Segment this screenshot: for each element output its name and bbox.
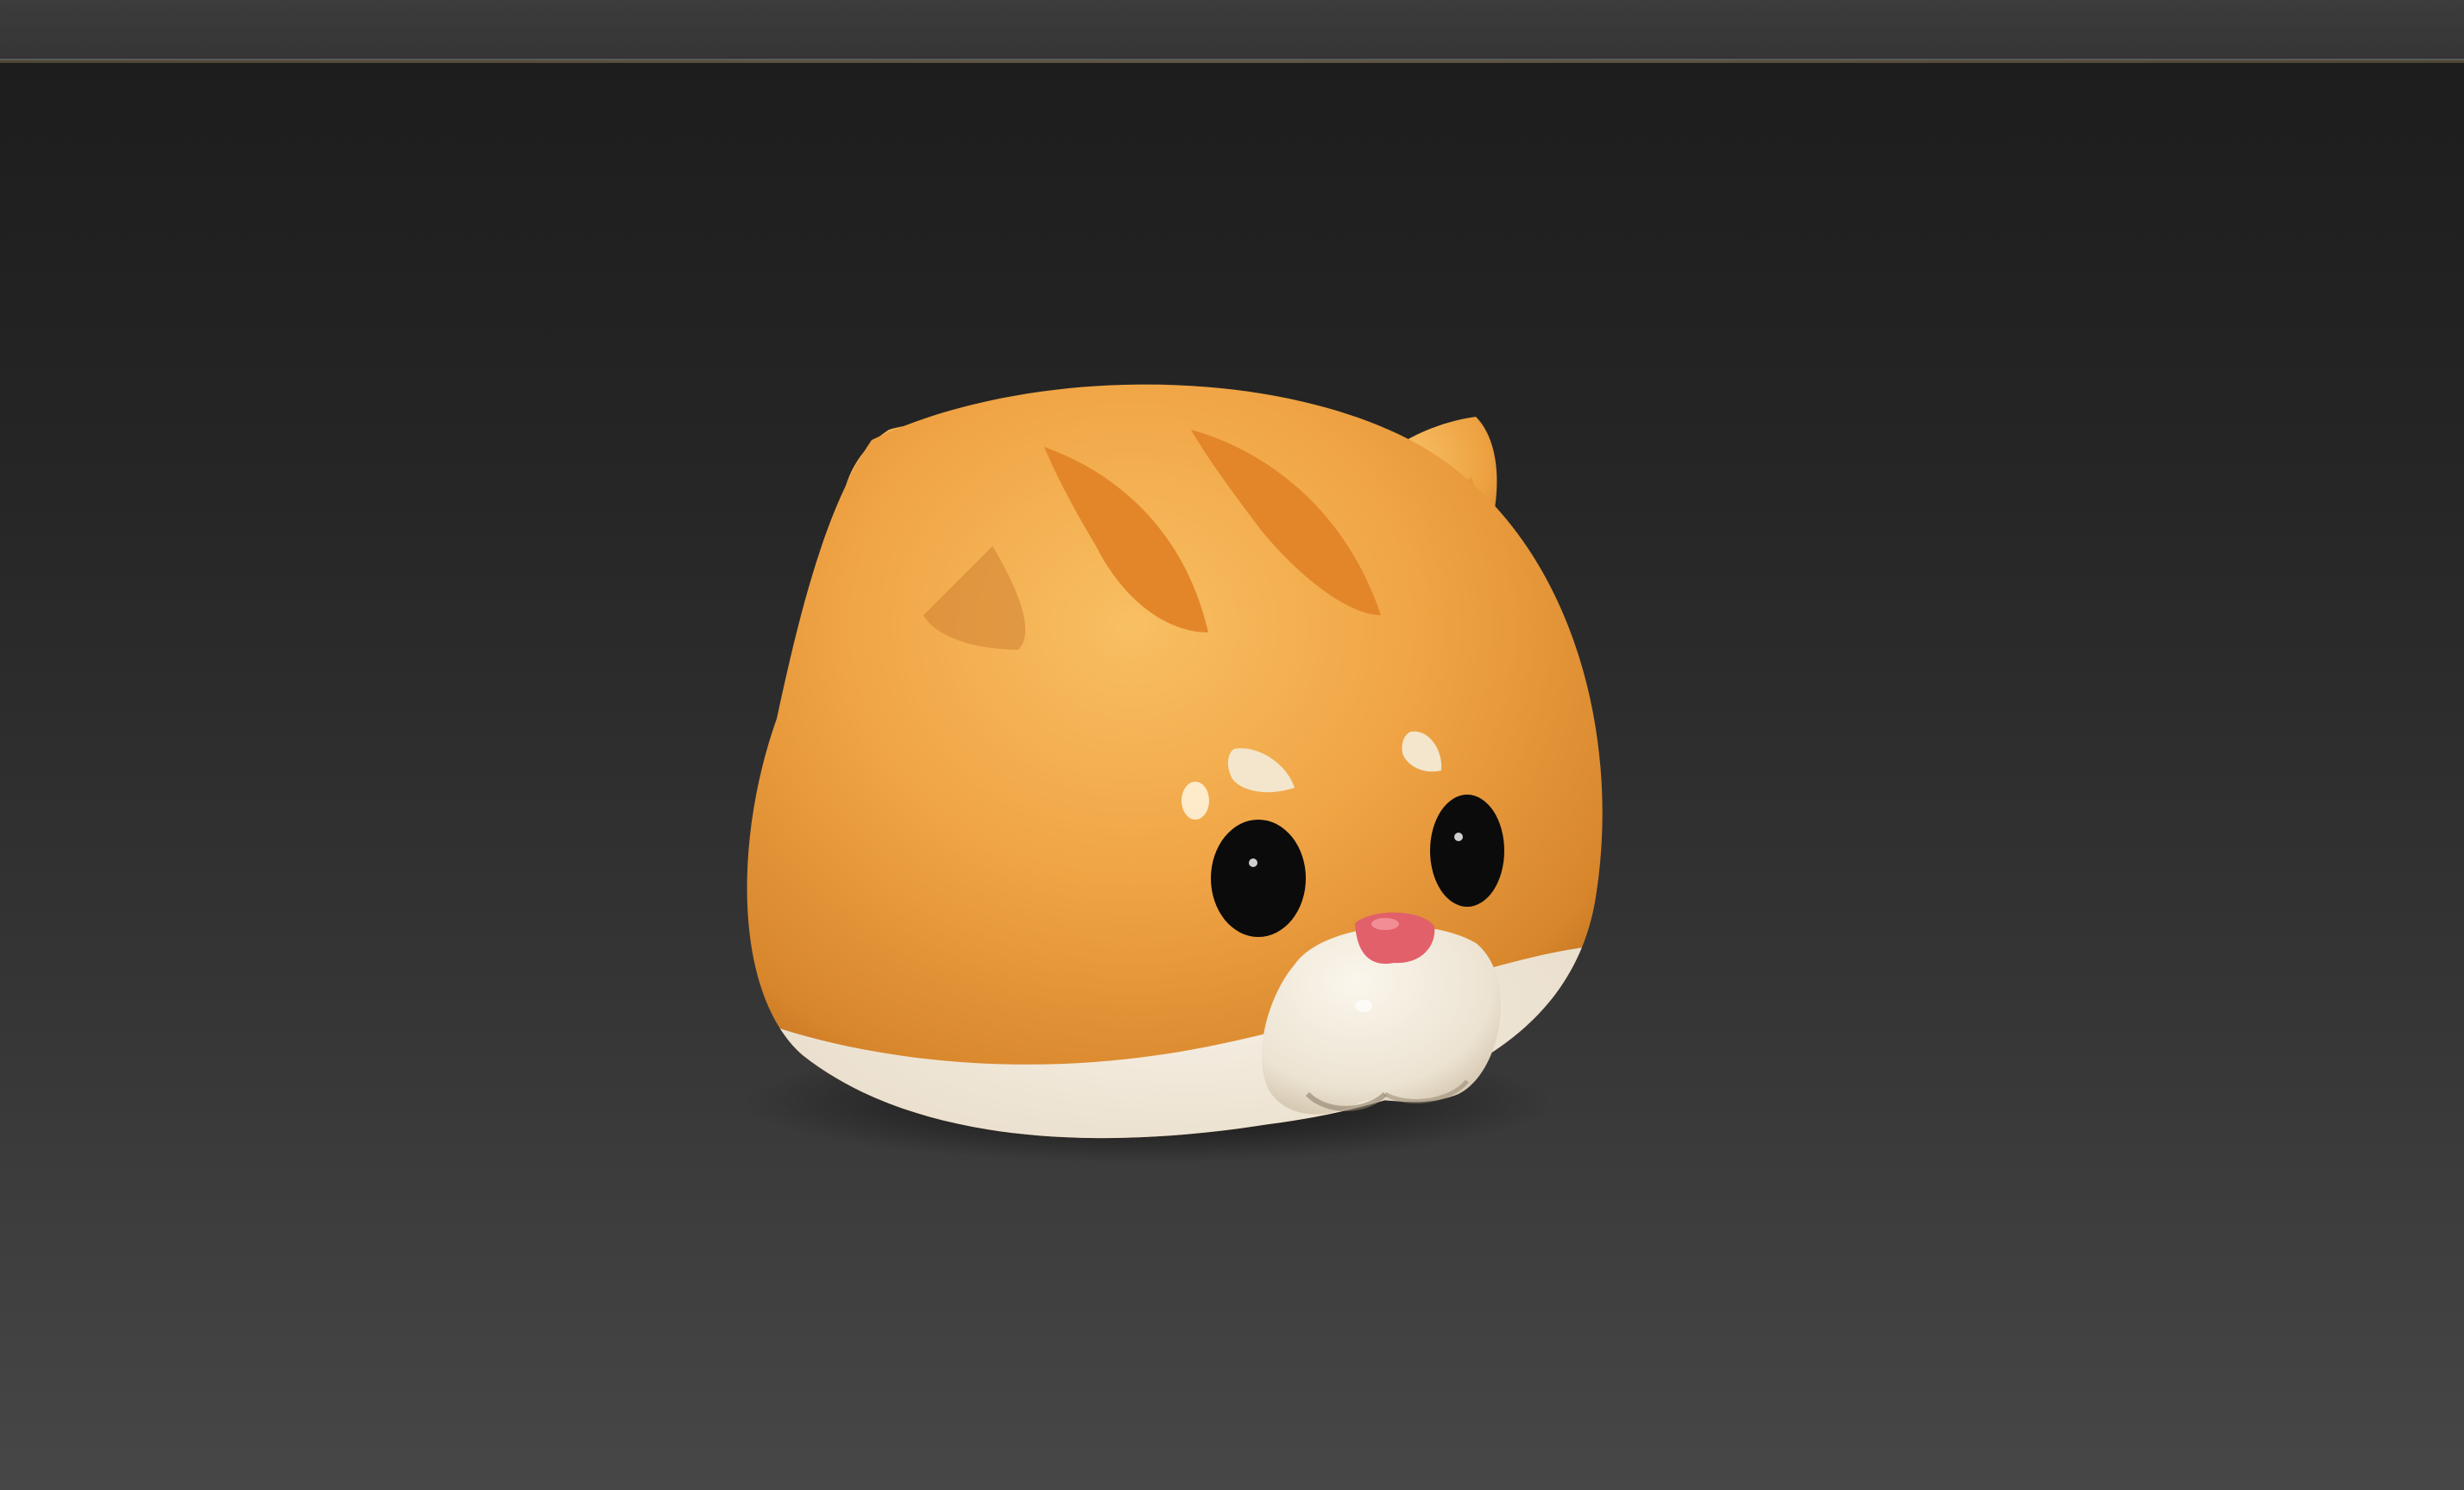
- left-eye: [1211, 820, 1306, 937]
- viewport-canvas[interactable]: [0, 63, 2464, 1490]
- 3d-viewport[interactable]: [0, 63, 2464, 1490]
- app-window: [0, 0, 2464, 1490]
- right-eye: [1430, 795, 1504, 907]
- top-toolbar: [0, 0, 2464, 60]
